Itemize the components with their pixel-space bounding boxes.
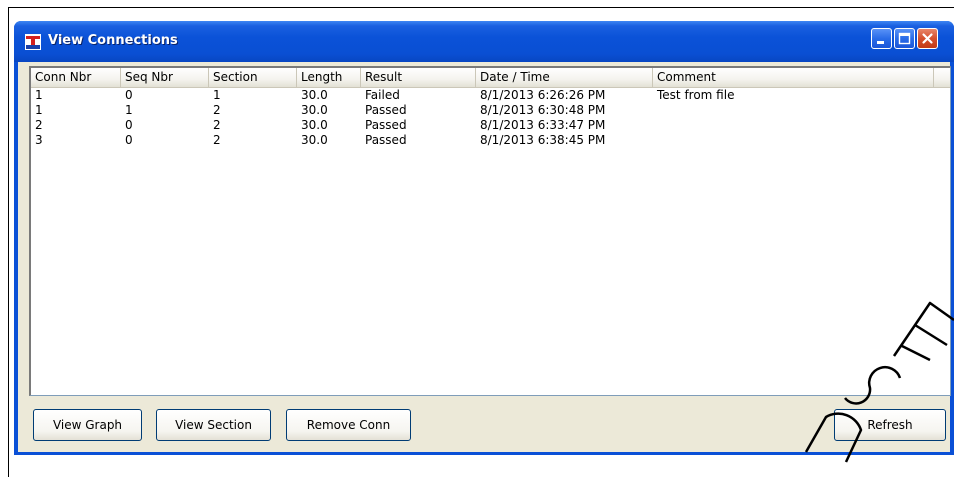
cell-length: 30.0 (301, 103, 328, 117)
cell-section: 2 (213, 133, 221, 147)
cell-date-time: 8/1/2013 6:26:26 PM (480, 88, 606, 102)
cell-conn-nbr: 3 (35, 133, 43, 147)
minimize-button[interactable] (871, 28, 892, 49)
table-row[interactable]: 2 0 2 30.0 Passed 8/1/2013 6:33:47 PM (31, 118, 950, 133)
cell-result: Passed (365, 103, 407, 117)
cell-result: Failed (365, 88, 400, 102)
cell-section: 1 (213, 88, 221, 102)
cell-seq-nbr: 0 (125, 133, 133, 147)
cell-seq-nbr: 1 (125, 103, 133, 117)
cell-conn-nbr: 2 (35, 118, 43, 132)
refresh-button[interactable]: Refresh (834, 409, 946, 441)
view-section-button[interactable]: View Section (156, 409, 271, 441)
table-row[interactable]: 3 0 2 30.0 Passed 8/1/2013 6:38:45 PM (31, 133, 950, 148)
cell-length: 30.0 (301, 118, 328, 132)
cell-length: 30.0 (301, 133, 328, 147)
cell-comment: Test from file (657, 88, 735, 102)
title-bar[interactable]: View Connections (14, 21, 954, 62)
window-client-area: Conn Nbr Seq Nbr Section Length Result D… (18, 62, 951, 452)
cell-section: 2 (213, 103, 221, 117)
column-header-conn-nbr[interactable]: Conn Nbr (31, 68, 121, 87)
cell-date-time: 8/1/2013 6:30:48 PM (480, 103, 606, 117)
column-header-date-time[interactable]: Date / Time (476, 68, 653, 87)
column-header-length[interactable]: Length (297, 68, 361, 87)
cell-conn-nbr: 1 (35, 103, 43, 117)
window-title: View Connections (48, 33, 178, 48)
cell-result: Passed (365, 118, 407, 132)
cell-conn-nbr: 1 (35, 88, 43, 102)
close-button[interactable] (917, 28, 938, 49)
close-icon (922, 33, 933, 44)
minimize-icon (877, 41, 884, 44)
cell-seq-nbr: 0 (125, 88, 133, 102)
maximize-button[interactable] (894, 28, 915, 49)
maximize-icon (898, 32, 911, 45)
view-connections-window: View Connections Conn Nbr Seq Nbr Sectio… (14, 21, 954, 455)
column-header-section[interactable]: Section (209, 68, 297, 87)
table-row[interactable]: 1 0 1 30.0 Failed 8/1/2013 6:26:26 PM Te… (31, 88, 950, 103)
list-header: Conn Nbr Seq Nbr Section Length Result D… (31, 68, 950, 88)
column-header-seq-nbr[interactable]: Seq Nbr (121, 68, 209, 87)
remove-conn-button[interactable]: Remove Conn (286, 409, 411, 441)
connections-list[interactable]: Conn Nbr Seq Nbr Section Length Result D… (29, 66, 951, 396)
cell-seq-nbr: 0 (125, 118, 133, 132)
cell-comment (653, 133, 657, 148)
cell-date-time: 8/1/2013 6:33:47 PM (480, 118, 606, 132)
cell-comment (653, 118, 657, 133)
app-logo-icon (25, 34, 41, 50)
view-graph-button[interactable]: View Graph (33, 409, 142, 441)
column-header-result[interactable]: Result (361, 68, 476, 87)
column-header-comment[interactable]: Comment (653, 68, 934, 87)
cell-section: 2 (213, 118, 221, 132)
cell-result: Passed (365, 133, 407, 147)
cell-date-time: 8/1/2013 6:38:45 PM (480, 133, 606, 147)
cell-length: 30.0 (301, 88, 328, 102)
table-row[interactable]: 1 1 2 30.0 Passed 8/1/2013 6:30:48 PM (31, 103, 950, 118)
cell-comment (653, 103, 657, 118)
